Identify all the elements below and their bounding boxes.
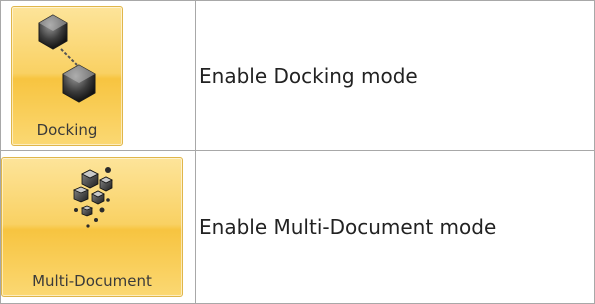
multi-document-button-label: Multi-Document [32, 272, 152, 291]
mode-table: Docking Enable Docking mode Multi-Docume… [0, 0, 595, 304]
multi-document-button[interactable]: Multi-Document [1, 157, 183, 298]
docking-button-label: Docking [36, 120, 98, 139]
docking-button[interactable]: Docking [11, 5, 123, 146]
table-row: Multi-Document Enable Multi-Document mod… [0, 150, 595, 304]
docking-description: Enable Docking mode [195, 0, 595, 152]
table-row: Docking Enable Docking mode [0, 0, 595, 152]
multi-document-description: Enable Multi-Document mode [195, 150, 595, 304]
icon-cell: Multi-Document [0, 150, 196, 304]
linked-hexagons-icon [12, 7, 122, 117]
icon-cell: Docking [0, 0, 196, 152]
scattered-cubes-icon [2, 158, 182, 268]
